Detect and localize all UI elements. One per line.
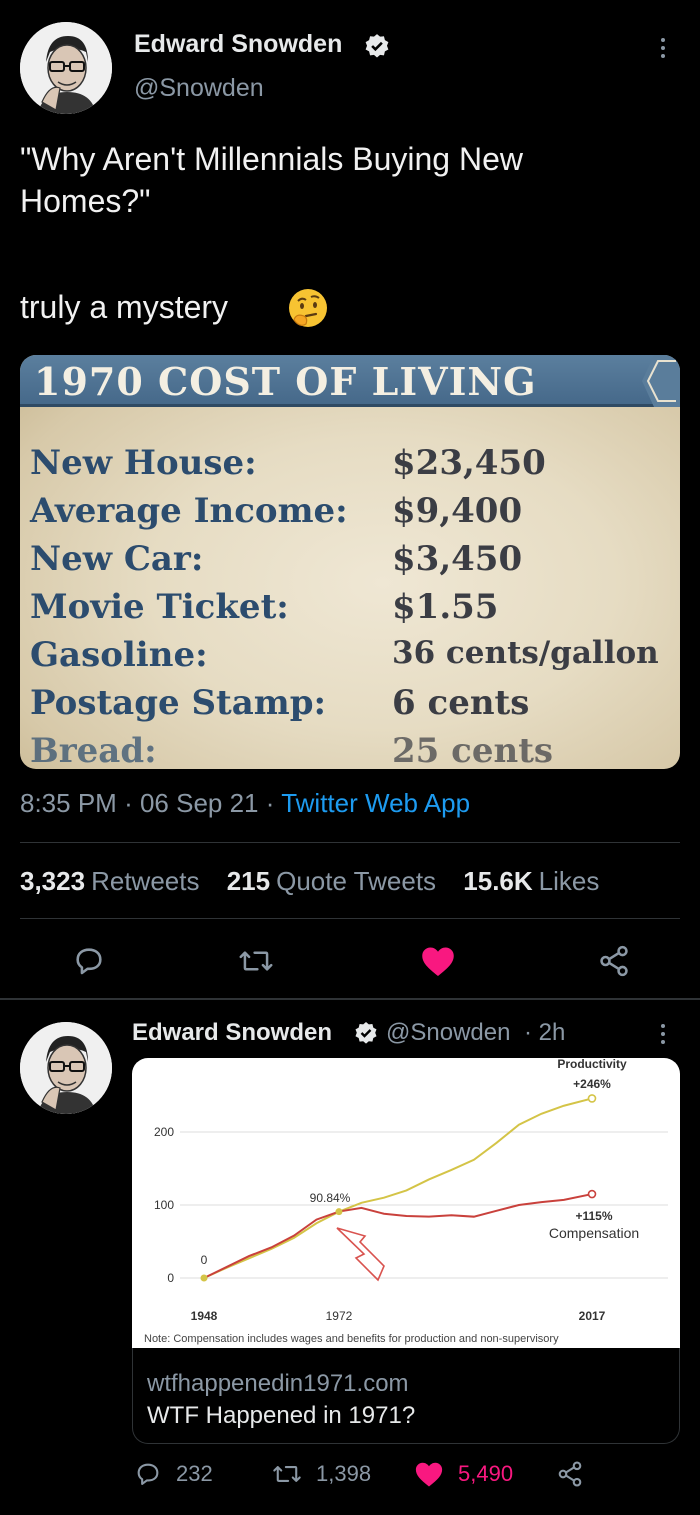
divergence-point — [335, 1208, 343, 1216]
reply-icon — [137, 1463, 159, 1485]
embedded-chart-image[interactable]: 0 100 200 1948 1972 2017 Productivity +246% +115… — [132, 1058, 680, 1348]
like-count: 5,490 — [458, 1461, 514, 1486]
link-title: WTF Happened in 1971? — [147, 1402, 416, 1429]
avatar-portrait-icon — [20, 1022, 112, 1114]
tweet-date[interactable]: 06 Sep 21 — [140, 788, 259, 818]
cost-value: 36 cents/gallon — [392, 635, 659, 671]
more-options-icon[interactable] — [658, 38, 668, 58]
tweet-time-ago[interactable]: · 2h — [524, 1019, 565, 1047]
share-button[interactable] — [596, 944, 632, 983]
engagement-stats: 3,323 Retweets 215 Quote Tweets 15.6K Likes — [20, 866, 599, 897]
divergence-label: 90.84% — [310, 1191, 351, 1205]
y-tick-label: 200 — [154, 1125, 174, 1139]
quotes-label: Quote Tweets — [276, 866, 437, 896]
reply-icon — [76, 948, 102, 975]
cost-value: 6 cents — [392, 683, 530, 723]
likes-stat[interactable]: 15.6K Likes — [463, 866, 599, 896]
like-icon — [415, 1462, 443, 1487]
origin-label: 0 — [201, 1253, 208, 1267]
x-tick-label: 1972 — [326, 1309, 353, 1323]
retweet-icon — [239, 951, 273, 971]
quotes-stat[interactable]: 215 Quote Tweets — [227, 866, 436, 896]
retweet-count: 1,398 — [316, 1461, 372, 1486]
source-app-link[interactable]: Twitter Web App — [281, 788, 470, 818]
cost-value: 25 cents — [392, 731, 554, 769]
author-handle[interactable]: @Snowden — [386, 1019, 510, 1047]
chart-note: Note: Compensation includes wages and be… — [144, 1333, 559, 1345]
productivity-label: Productivity — [557, 1058, 627, 1071]
retweets-stat[interactable]: 3,323 Retweets — [20, 866, 199, 896]
tweet-time[interactable]: 8:35 PM — [20, 788, 117, 818]
avatar[interactable] — [20, 1022, 112, 1114]
cost-label: Average Income: — [30, 491, 348, 531]
highlight-arrow — [336, 1227, 385, 1282]
reply-count: 232 — [176, 1461, 213, 1486]
productivity-change: +246% — [573, 1077, 611, 1091]
more-options-icon[interactable] — [658, 1024, 668, 1044]
thinking-face-icon — [286, 286, 330, 335]
retweet-button[interactable]: 1,398 — [272, 1460, 371, 1488]
link-domain: wtfhappenedin1971.com — [147, 1370, 409, 1397]
reply-button[interactable]: 232 — [134, 1460, 213, 1488]
likes-count: 15.6K — [463, 866, 533, 896]
tweet-text-line1: "Why Aren't Millennials Buying New — [20, 141, 523, 177]
avatar-portrait-icon — [20, 22, 112, 114]
cost-value: $9,400 — [392, 491, 523, 531]
share-icon — [558, 1461, 582, 1487]
verified-badge-icon — [364, 33, 390, 64]
share-icon — [600, 945, 628, 977]
cost-label: Gasoline: — [30, 635, 208, 675]
divider — [20, 918, 680, 919]
y-tick-label: 100 — [154, 1198, 174, 1212]
meta-separator: · — [265, 788, 275, 818]
retweet-button[interactable] — [238, 944, 274, 983]
cost-value: $3,450 — [392, 539, 523, 579]
cost-value: $1.55 — [392, 587, 499, 627]
likes-label: Likes — [538, 866, 600, 896]
retweets-count: 3,323 — [20, 866, 86, 896]
compensation-label: Compensation — [549, 1225, 639, 1241]
reply-button[interactable] — [72, 944, 106, 983]
tweet-separator — [0, 998, 700, 1000]
productivity-compensation-chart: 0 100 200 1948 1972 2017 Productivity +246% +115… — [144, 1058, 668, 1345]
retweets-label: Retweets — [91, 866, 200, 896]
series-endpoint — [587, 1189, 597, 1199]
share-button[interactable] — [556, 1460, 584, 1488]
x-tick-label: 2017 — [579, 1309, 606, 1323]
cost-label: Postage Stamp: — [30, 683, 327, 723]
banner-ribbon-icon — [642, 355, 680, 407]
x-tick-label: 1948 — [191, 1309, 218, 1323]
tweet-text-line3: truly a mystery — [20, 289, 229, 325]
image-title: 1970 COST OF LIVING — [34, 359, 537, 404]
compensation-change: +115% — [575, 1209, 612, 1223]
quotes-count: 215 — [226, 866, 271, 896]
link-preview-card[interactable]: wtfhappenedin1971.com WTF Happened in 19… — [132, 1348, 680, 1444]
series-endpoint — [587, 1094, 597, 1103]
tweet-text-line2: Homes?" — [20, 183, 151, 219]
verified-badge-icon — [354, 1021, 378, 1050]
like-button[interactable] — [420, 944, 456, 983]
series-line-compensation — [203, 1193, 593, 1279]
tweet-image-cost-of-living[interactable]: 1970 COST OF LIVING New House: $23,450 A… — [20, 355, 680, 769]
retweet-icon — [273, 1466, 301, 1482]
meta-separator: · — [124, 788, 133, 818]
like-button[interactable]: 5,490 — [414, 1460, 513, 1488]
cost-value: $23,450 — [392, 443, 546, 483]
author-name[interactable]: Edward Snowden — [132, 1019, 332, 1047]
avatar[interactable] — [20, 22, 112, 114]
image-banner: 1970 COST OF LIVING — [20, 355, 680, 407]
origin-point — [200, 1274, 208, 1282]
cost-label: Movie Ticket: — [30, 587, 289, 627]
cost-label: New Car: — [30, 539, 204, 579]
like-icon — [422, 947, 454, 976]
tweet-timestamp: 8:35 PM · 06 Sep 21 · Twitter Web App — [20, 788, 470, 819]
author-name[interactable]: Edward Snowden — [134, 30, 342, 59]
cost-label: New House: — [30, 443, 257, 483]
divider — [20, 842, 680, 843]
cost-label: Bread: — [30, 731, 157, 769]
y-tick-label: 0 — [167, 1271, 174, 1285]
author-handle[interactable]: @Snowden — [134, 74, 264, 103]
